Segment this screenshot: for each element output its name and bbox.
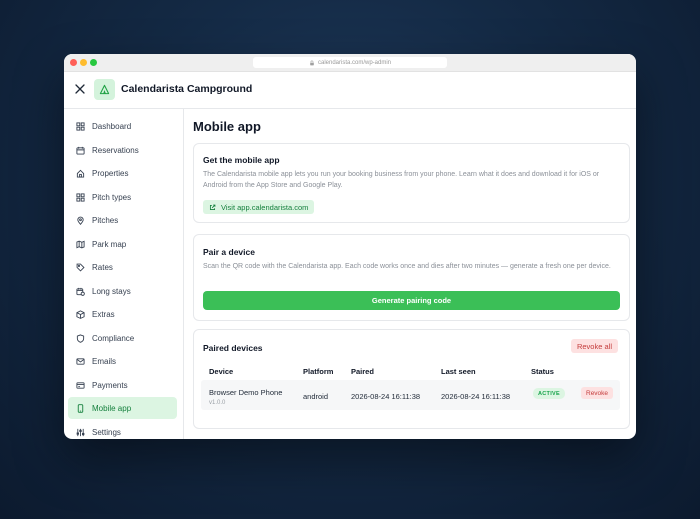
sidebar-item-park-map[interactable]: Park map (68, 233, 177, 255)
address-bar[interactable]: calendarista.com/wp-admin (253, 57, 447, 68)
window-maximize-dot[interactable] (90, 59, 97, 66)
sidebar-item-properties[interactable]: Properties (68, 162, 177, 184)
properties-icon (76, 169, 85, 178)
window-minimize-dot[interactable] (80, 59, 87, 66)
brand-logo (94, 79, 115, 100)
shield-icon (76, 333, 85, 343)
device-last-seen: 2026-08-24 16:11:38 (441, 392, 511, 401)
visit-app-link[interactable]: Visit app.calendarista.com (203, 200, 315, 214)
sidebar-item-compliance[interactable]: Compliance (68, 327, 177, 349)
grid-icon (76, 121, 85, 131)
column-header-device: Device (209, 367, 234, 376)
column-header-platform: Platform (303, 367, 334, 376)
phone-icon (77, 403, 84, 413)
page-title: Mobile app (193, 119, 261, 134)
device-name: Browser Demo Phone (209, 388, 283, 397)
brand-name: Calendarista Campground (121, 83, 253, 95)
get-app-description: The Calendarista mobile app lets you run… (203, 171, 600, 189)
sidebar: Dashboard Reservations Properties Pitch … (64, 108, 184, 439)
browser-titlebar: calendarista.com/wp-admin (64, 54, 636, 72)
pair-device-description: Scan the QR code with the Calendarista a… (203, 263, 611, 270)
close-icon[interactable] (74, 83, 86, 95)
sidebar-item-label: Pitches (92, 215, 119, 225)
status-badge: ACTIVE (533, 388, 565, 399)
column-header-last-seen: Last seen (441, 367, 476, 376)
paired-devices-card: Paired devices Revoke all Device Platfor… (193, 329, 630, 429)
pair-device-card: Pair a device Scan the QR code with the … (193, 234, 630, 321)
credit-card-icon (76, 381, 85, 389)
get-app-title: Get the mobile app (203, 155, 280, 165)
device-platform: android (303, 392, 329, 401)
calendar-clock-icon (76, 287, 85, 296)
sidebar-item-emails[interactable]: Emails (68, 350, 177, 372)
sidebar-item-label: Park map (92, 239, 127, 249)
sidebar-item-long-stays[interactable]: Long stays (68, 280, 177, 302)
sidebar-item-settings[interactable]: Settings (68, 421, 177, 439)
tent-icon (99, 84, 110, 95)
sidebar-item-label: Pitch types (92, 192, 132, 202)
sidebar-item-dashboard[interactable]: Dashboard (68, 115, 177, 137)
calendar-icon (76, 146, 85, 155)
window-close-dot[interactable] (70, 59, 77, 66)
device-paired-date: 2026-08-24 16:11:38 (351, 392, 421, 401)
column-header-status: Status (531, 367, 554, 376)
sidebar-item-reservations[interactable]: Reservations (68, 139, 177, 161)
sidebar-item-label: Emails (92, 356, 117, 366)
box-icon (76, 309, 85, 319)
sidebar-item-rates[interactable]: Rates (68, 256, 177, 278)
generate-pairing-code-button[interactable]: Generate pairing code (203, 291, 620, 310)
sidebar-item-label: Extras (92, 309, 115, 319)
pair-device-title: Pair a device (203, 247, 255, 257)
sidebar-item-label: Dashboard (92, 121, 132, 131)
device-version: v1.0.0 (209, 400, 226, 406)
sidebar-item-label: Rates (92, 262, 113, 272)
external-link-icon (209, 204, 216, 210)
revoke-device-button[interactable]: Revoke (581, 387, 614, 399)
main-content: Mobile app Get the mobile app The Calend… (184, 108, 636, 439)
sidebar-item-label: Mobile app (92, 403, 132, 413)
app-window: calendarista.com/wp-admin Calendarista C… (64, 54, 636, 439)
visit-app-label: Visit app.calendarista.com (221, 202, 309, 212)
sidebar-item-payments[interactable]: Payments (68, 374, 177, 396)
map-icon (76, 240, 85, 248)
sidebar-item-extras[interactable]: Extras (68, 303, 177, 325)
sidebar-item-pitches[interactable]: Pitches (68, 209, 177, 231)
sidebar-item-mobile-app[interactable]: Mobile app (68, 397, 177, 419)
lock-icon (310, 60, 314, 65)
sidebar-item-label: Compliance (92, 333, 135, 343)
sliders-icon (76, 428, 85, 436)
get-app-card: Get the mobile app The Calendarista mobi… (193, 143, 630, 223)
revoke-all-button[interactable]: Revoke all (570, 339, 618, 353)
map-pin-icon (77, 216, 84, 225)
address-url: calendarista.com/wp-admin (317, 59, 392, 66)
sidebar-item-label: Properties (92, 168, 129, 178)
sidebar-item-label: Long stays (92, 286, 131, 296)
sidebar-item-pitch-types[interactable]: Pitch types (68, 186, 177, 208)
mail-icon (76, 357, 85, 365)
sidebar-item-label: Settings (92, 427, 121, 437)
column-header-paired: Paired (351, 367, 374, 376)
app-header: Calendarista Campground (64, 72, 636, 109)
paired-devices-title: Paired devices (203, 343, 263, 353)
sidebar-item-label: Payments (92, 380, 128, 390)
tag-icon (76, 263, 85, 272)
grid-icon (76, 192, 85, 202)
sidebar-item-label: Reservations (92, 145, 139, 155)
